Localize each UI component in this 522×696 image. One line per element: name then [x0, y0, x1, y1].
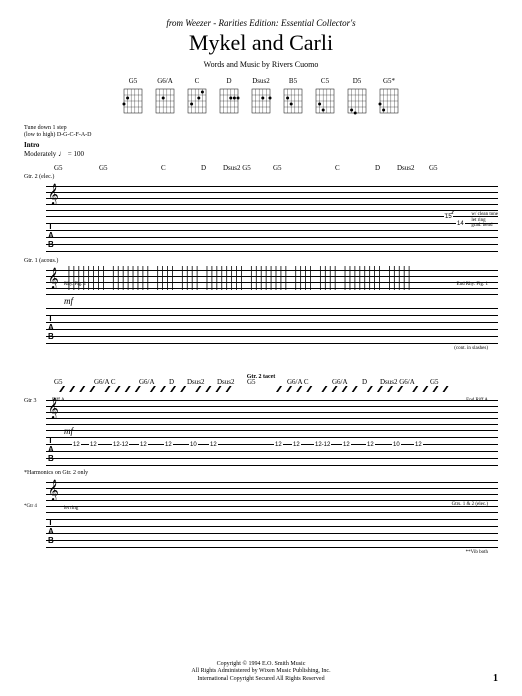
vib-note: **Vib both: [466, 550, 488, 555]
chord-diagram: Dsus2: [250, 77, 272, 115]
tab-label: TAB: [48, 518, 54, 545]
rhythm-slashes: [54, 382, 498, 396]
song-title: Mykel and Carli: [24, 30, 498, 56]
treble-clef-icon: 𝄞: [48, 268, 59, 289]
treble-clef-icon: 𝄞: [48, 480, 59, 501]
system-1: Gtr. 2 (elec.) 𝄞 mf w/ clean tone let ri…: [24, 174, 498, 344]
tuning-note: Tune down 1 step (low to high) D-G-C-F-A…: [24, 125, 498, 139]
tab-label: TAB: [48, 222, 54, 249]
chord-row: G5 G5 C D Dsus2 G5 G5 C D Dsus2 G5: [24, 164, 498, 172]
guitar-2-label: Gtr. 2 (elec.): [24, 174, 498, 180]
chord-diagram: G5*: [378, 77, 400, 115]
from-line: from Weezer - Rarities Edition: Essentia…: [24, 18, 498, 28]
notation-staff: 𝄞 mf: [24, 396, 498, 428]
notation-staff: 𝄞 let ring: [24, 478, 498, 510]
tab-label: TAB: [48, 314, 54, 341]
chord-diagram: D: [218, 77, 240, 115]
tab-staff: TAB (cont. in slashes): [24, 308, 498, 344]
harm-note: *Harmonics on Gtr. 2 only: [24, 470, 498, 476]
tempo-marking: Intro Moderately ♩ = 100: [24, 141, 498, 158]
chord-diagram: D5: [346, 77, 368, 115]
tacet-section: Gtr. 2 tacet: [24, 374, 498, 380]
treble-clef-icon: 𝄞: [48, 398, 59, 419]
tab-staff: TAB 15 14: [24, 216, 498, 252]
treble-clef-icon: 𝄞: [48, 184, 59, 205]
gtr4-label: *Gtr 4: [24, 504, 37, 509]
tacet-note: (cont. in slashes): [454, 346, 488, 351]
chord-diagram: C: [186, 77, 208, 115]
chord-diagram: C5: [314, 77, 336, 115]
chord-diagram: G5: [122, 77, 144, 115]
chord-diagram: B5: [282, 77, 304, 115]
sheet-header: from Weezer - Rarities Edition: Essentia…: [24, 18, 498, 69]
notation-staff: 𝄞 mf w/ clean tone let ring grad. bend: [24, 182, 498, 214]
system-2: Gtr. 2 tacet Riff A End Riff A Gtr 3 𝄞 m…: [24, 374, 498, 548]
guitar-1-label: Gtr. 1 (acous.): [24, 258, 498, 264]
dynamic-mf: mf: [64, 296, 73, 306]
page-number: 1: [493, 673, 498, 684]
tab-staff: TAB 12 12 12-12 12 12 10 12 12 12 12-12 …: [24, 430, 498, 466]
let-ring: let ring: [64, 506, 78, 511]
copyright-footer: Copyright © 1994 E.O. Smith Music All Ri…: [0, 661, 522, 684]
byline: Words and Music by Rivers Cuomo: [24, 60, 498, 69]
chord-diagram-row: G5 G6/A C D Dsus2 B5 C5 D5: [24, 77, 498, 115]
tab-label: TAB: [48, 436, 54, 463]
notation-staff: 𝄞: [24, 266, 498, 306]
dense-notation: [64, 266, 488, 306]
chord-diagram: G6/A: [154, 77, 176, 115]
tab-staff: TAB *Gtr 4 **Vib both: [24, 512, 498, 548]
